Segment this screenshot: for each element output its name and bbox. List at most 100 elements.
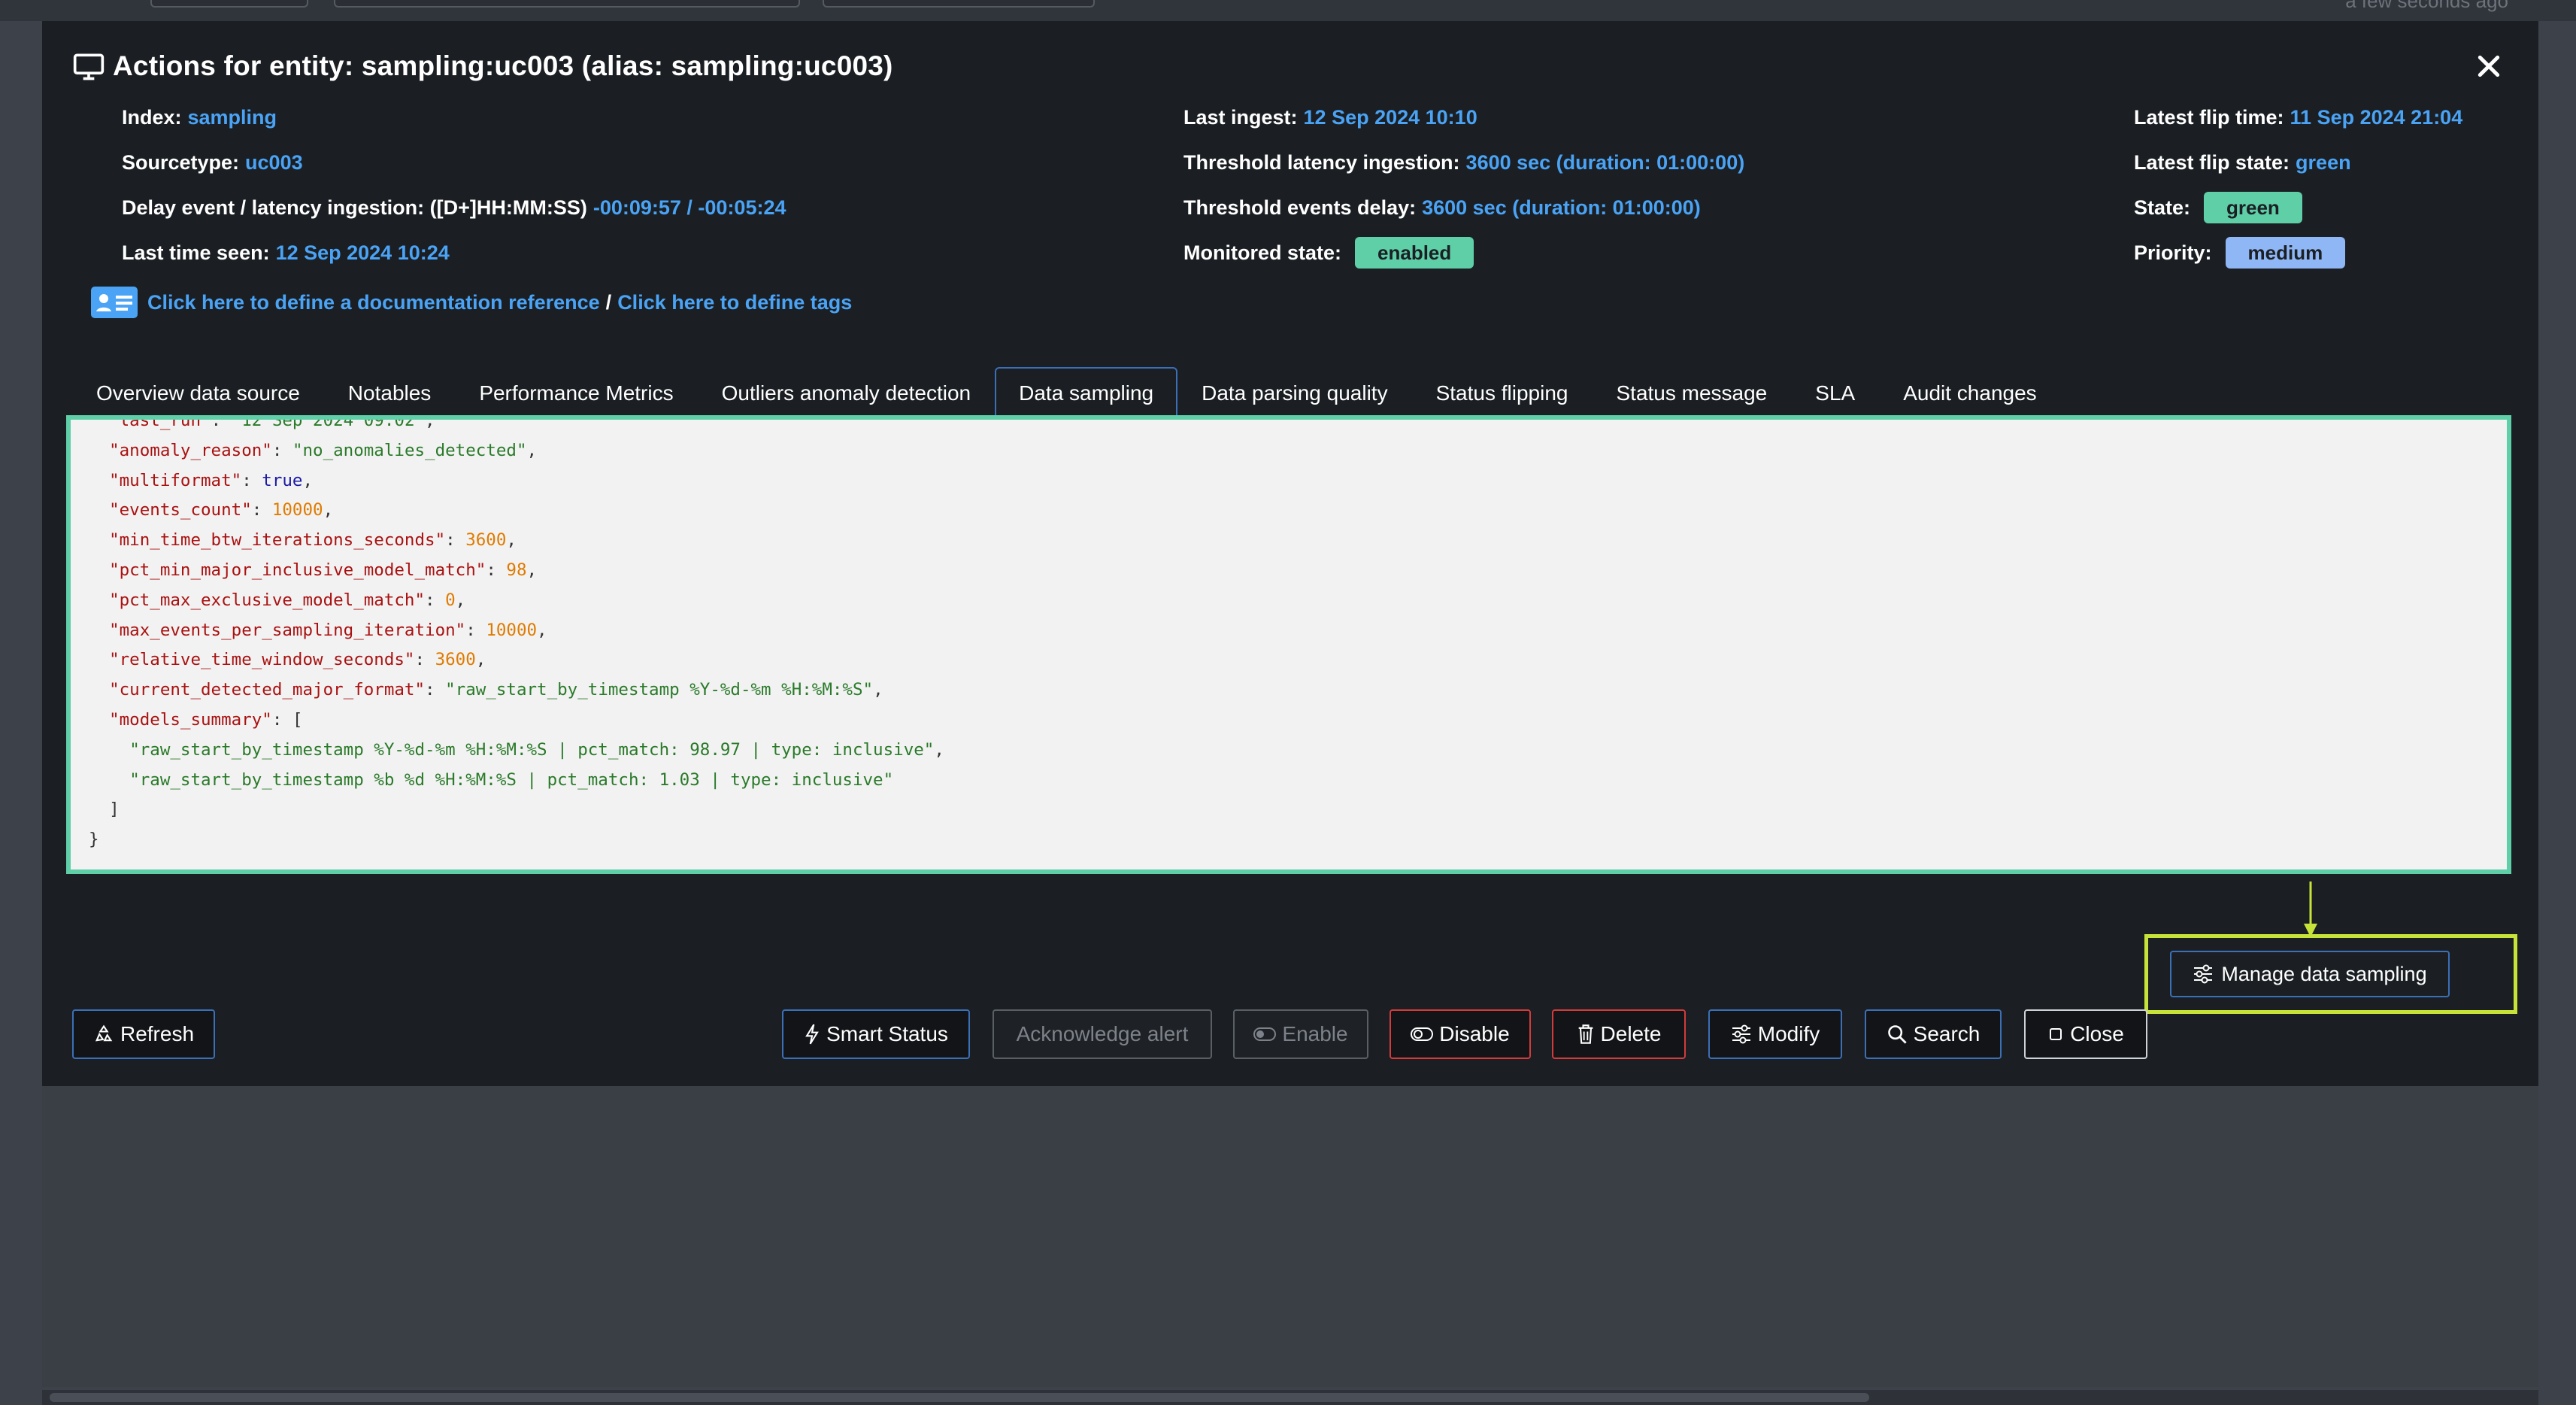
background-input xyxy=(823,0,1095,8)
json-value: "12 Sep 2024 09:02" xyxy=(231,415,426,430)
tab-data-parsing-quality[interactable]: Data parsing quality xyxy=(1177,367,1411,417)
tab-status-message[interactable]: Status message xyxy=(1592,367,1791,417)
info-last-seen: Last time seen: 12 Sep 2024 10:24 xyxy=(122,238,450,268)
info-sourcetype: Sourcetype: uc003 xyxy=(122,147,303,178)
button-label: Manage data sampling xyxy=(2221,962,2427,985)
close-icon[interactable] xyxy=(2474,51,2504,81)
json-value: "no_anomalies_detected" xyxy=(292,440,527,460)
info-label: Index: xyxy=(122,105,182,129)
priority-badge: medium xyxy=(2225,237,2346,269)
json-value: 3600 xyxy=(435,650,476,670)
json-key: "anomaly_reason" xyxy=(109,440,272,460)
monitor-icon xyxy=(73,53,105,80)
info-threshold-delay: Threshold events delay: 3600 sec (durati… xyxy=(1183,193,1701,223)
recycle-icon xyxy=(95,1024,113,1042)
data-sampling-json-viewer[interactable]: "last_run": "12 Sep 2024 09:02", "anomal… xyxy=(66,415,2511,874)
button-label: Search xyxy=(1913,1022,1980,1045)
json-key: "models_summary" xyxy=(109,709,272,730)
json-value: 3600 xyxy=(465,530,507,551)
horizontal-scrollbar[interactable] xyxy=(42,1390,2538,1405)
info-flip-time: Latest flip time: 11 Sep 2024 21:04 xyxy=(2134,102,2462,132)
entity-actions-modal: Actions for entity: sampling:uc003 (alia… xyxy=(42,21,2538,1086)
lightning-icon xyxy=(805,1024,819,1045)
button-label: Enable xyxy=(1282,1022,1348,1045)
modify-button[interactable]: Modify xyxy=(1708,1009,1842,1059)
button-label: Disable xyxy=(1439,1022,1510,1045)
search-button[interactable]: Search xyxy=(1865,1009,2002,1059)
button-label: Refresh xyxy=(120,1022,195,1045)
scrollbar-thumb[interactable] xyxy=(50,1393,1869,1402)
link-separator: / xyxy=(605,290,612,314)
json-key: "max_events_per_sampling_iteration" xyxy=(109,620,466,640)
delete-button[interactable]: Delete xyxy=(1552,1009,1686,1059)
sliders-icon xyxy=(2194,964,2213,984)
state-badge: green xyxy=(2204,192,2302,223)
info-label: Latest flip time: xyxy=(2134,105,2284,129)
json-key: "last_run" xyxy=(109,415,211,430)
info-priority: Priority: medium xyxy=(2134,237,2346,269)
tab-bar: Overview data source Notables Performanc… xyxy=(72,367,2061,417)
json-code: "last_run": "12 Sep 2024 09:02", "anomal… xyxy=(71,415,944,855)
json-value: true xyxy=(262,470,303,490)
info-value: -00:09:57 / -00:05:24 xyxy=(592,196,786,219)
refresh-button[interactable]: Refresh xyxy=(72,1009,215,1059)
trash-icon xyxy=(1578,1024,1593,1044)
info-index: Index: sampling xyxy=(122,102,277,132)
info-last-ingest: Last ingest: 12 Sep 2024 10:10 xyxy=(1183,102,1477,132)
info-monitored-state: Monitored state: enabled xyxy=(1183,237,1474,269)
json-array-item: "raw_start_by_timestamp %b %d %H:%M:%S |… xyxy=(129,769,894,790)
json-value: "raw_start_by_timestamp %Y-%d-%m %H:%M:%… xyxy=(445,680,874,700)
info-label: Last ingest: xyxy=(1183,105,1298,129)
json-key: "multiformat" xyxy=(109,470,242,490)
json-key: "events_count" xyxy=(109,500,252,520)
doc-reference-link[interactable]: Click here to define a documentation ref… xyxy=(147,291,600,314)
info-value: 11 Sep 2024 21:04 xyxy=(2290,105,2463,129)
info-label: Last time seen: xyxy=(122,241,270,264)
tab-audit-changes[interactable]: Audit changes xyxy=(1879,367,2060,417)
info-value: 3600 sec (duration: 01:00:00) xyxy=(1422,196,1701,219)
info-label: Threshold events delay: xyxy=(1183,196,1417,219)
info-value: sampling xyxy=(187,105,277,129)
toggle-off-icon xyxy=(1411,1027,1434,1041)
info-value: uc003 xyxy=(245,150,303,174)
json-value: 98 xyxy=(506,560,527,580)
define-tags-link[interactable]: Click here to define tags xyxy=(617,291,852,314)
background-input xyxy=(150,0,308,8)
button-label: Delete xyxy=(1600,1022,1662,1045)
tab-status-flipping[interactable]: Status flipping xyxy=(1412,367,1593,417)
info-label: Sourcetype: xyxy=(122,150,240,174)
tab-notables[interactable]: Notables xyxy=(324,367,456,417)
json-bracket: } xyxy=(89,830,99,850)
enable-button[interactable]: Enable xyxy=(1233,1009,1368,1059)
button-label: Close xyxy=(2070,1022,2124,1045)
info-label: Monitored state: xyxy=(1183,241,1342,264)
id-card-icon xyxy=(91,287,138,318)
toggle-on-icon xyxy=(1253,1027,1277,1041)
tab-sla[interactable]: SLA xyxy=(1791,367,1879,417)
info-label: Priority: xyxy=(2134,241,2212,264)
tab-outliers-anomaly-detection[interactable]: Outliers anomaly detection xyxy=(698,367,996,417)
manage-data-sampling-button[interactable]: Manage data sampling xyxy=(2170,951,2450,997)
tab-data-sampling[interactable]: Data sampling xyxy=(995,367,1178,417)
disable-button[interactable]: Disable xyxy=(1390,1009,1531,1059)
json-key: "current_detected_major_format" xyxy=(109,680,426,700)
json-value: 10000 xyxy=(486,620,538,640)
sliders-icon xyxy=(1732,1024,1750,1044)
smart-status-button[interactable]: Smart Status xyxy=(782,1009,970,1059)
info-label: State: xyxy=(2134,196,2191,219)
modal-title: Actions for entity: sampling:uc003 (alia… xyxy=(113,50,893,81)
info-flip-state: Latest flip state: green xyxy=(2134,147,2351,178)
close-button[interactable]: Close xyxy=(2024,1009,2147,1059)
tab-overview-data-source[interactable]: Overview data source xyxy=(72,367,324,417)
background-timestamp: a few seconds ago xyxy=(2345,0,2508,12)
info-label: Delay event / latency ingestion: ([D+]HH… xyxy=(122,196,587,219)
info-delay: Delay event / latency ingestion: ([D+]HH… xyxy=(122,193,786,223)
arrow-down-icon xyxy=(2304,882,2317,937)
acknowledge-alert-button[interactable]: Acknowledge alert xyxy=(993,1009,1212,1059)
button-label: Acknowledge alert xyxy=(1016,1022,1189,1045)
json-key: "min_time_btw_iterations_seconds" xyxy=(109,530,446,551)
json-value: 10000 xyxy=(271,500,323,520)
json-bracket: [ xyxy=(292,709,303,730)
tab-performance-metrics[interactable]: Performance Metrics xyxy=(455,367,697,417)
info-label: Threshold latency ingestion: xyxy=(1183,150,1460,174)
